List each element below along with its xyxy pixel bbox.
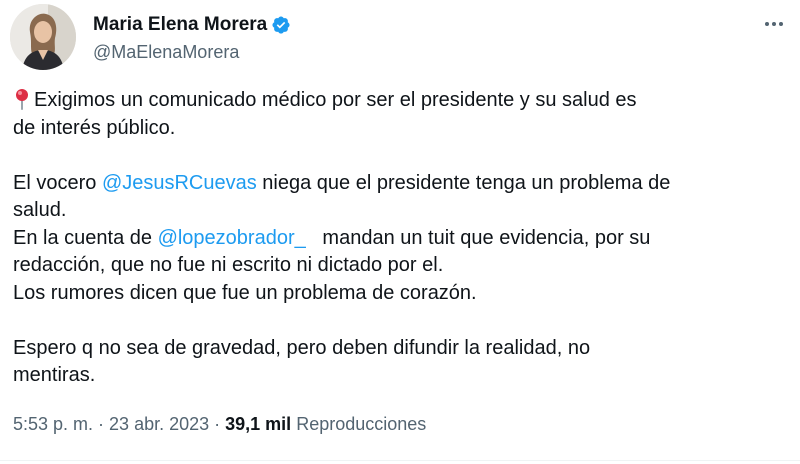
more-options-icon[interactable] <box>762 14 786 34</box>
author-handle[interactable]: @MaElenaMorera <box>93 42 239 63</box>
tweet-text: Exigimos un comunicado médico por ser el… <box>13 87 783 390</box>
tweet-line: Exigimos un comunicado médico por ser el… <box>34 89 637 111</box>
tweet-metadata: 5:53 p. m. · 23 abr. 2023 · 39,1 mil Rep… <box>13 414 426 435</box>
verified-badge-icon <box>272 16 290 34</box>
tweet-line: mentiras. <box>13 364 96 386</box>
separator: · <box>209 414 226 434</box>
tweet-line: de interés público. <box>13 116 176 139</box>
tweet-time[interactable]: 5:53 p. m. <box>13 414 93 435</box>
tweet-line: salud. <box>13 199 67 221</box>
pushpin-icon <box>16 89 28 110</box>
tweet-line: niega que el presidente tenga un problem… <box>256 171 671 194</box>
divider <box>0 460 800 461</box>
mention-link[interactable]: @JesusRCuevas <box>102 172 257 194</box>
tweet-line: El vocero <box>13 171 102 194</box>
views-count: 39,1 mil <box>225 414 292 434</box>
separator: · <box>93 414 110 434</box>
tweet-line: redacción, que no fue ni escrito ni dict… <box>13 254 444 276</box>
mention-link[interactable]: @lopezobrador_ <box>158 227 306 249</box>
tweet-line: En la cuenta de <box>13 226 158 249</box>
tweet-line: Espero q no sea de gravedad, pero deben … <box>13 336 591 359</box>
tweet-header: Maria Elena Morera @MaElenaMorera <box>10 4 790 72</box>
tweet-line: mandan un tuit que evidencia, por su <box>305 226 651 249</box>
views-label: Reproducciones <box>291 414 427 434</box>
author-name[interactable]: Maria Elena Morera <box>93 14 267 36</box>
avatar[interactable] <box>10 4 76 70</box>
tweet-line: Los rumores dicen que fue un problema de… <box>13 281 477 304</box>
tweet-date[interactable]: 23 abr. 2023 <box>109 414 209 435</box>
